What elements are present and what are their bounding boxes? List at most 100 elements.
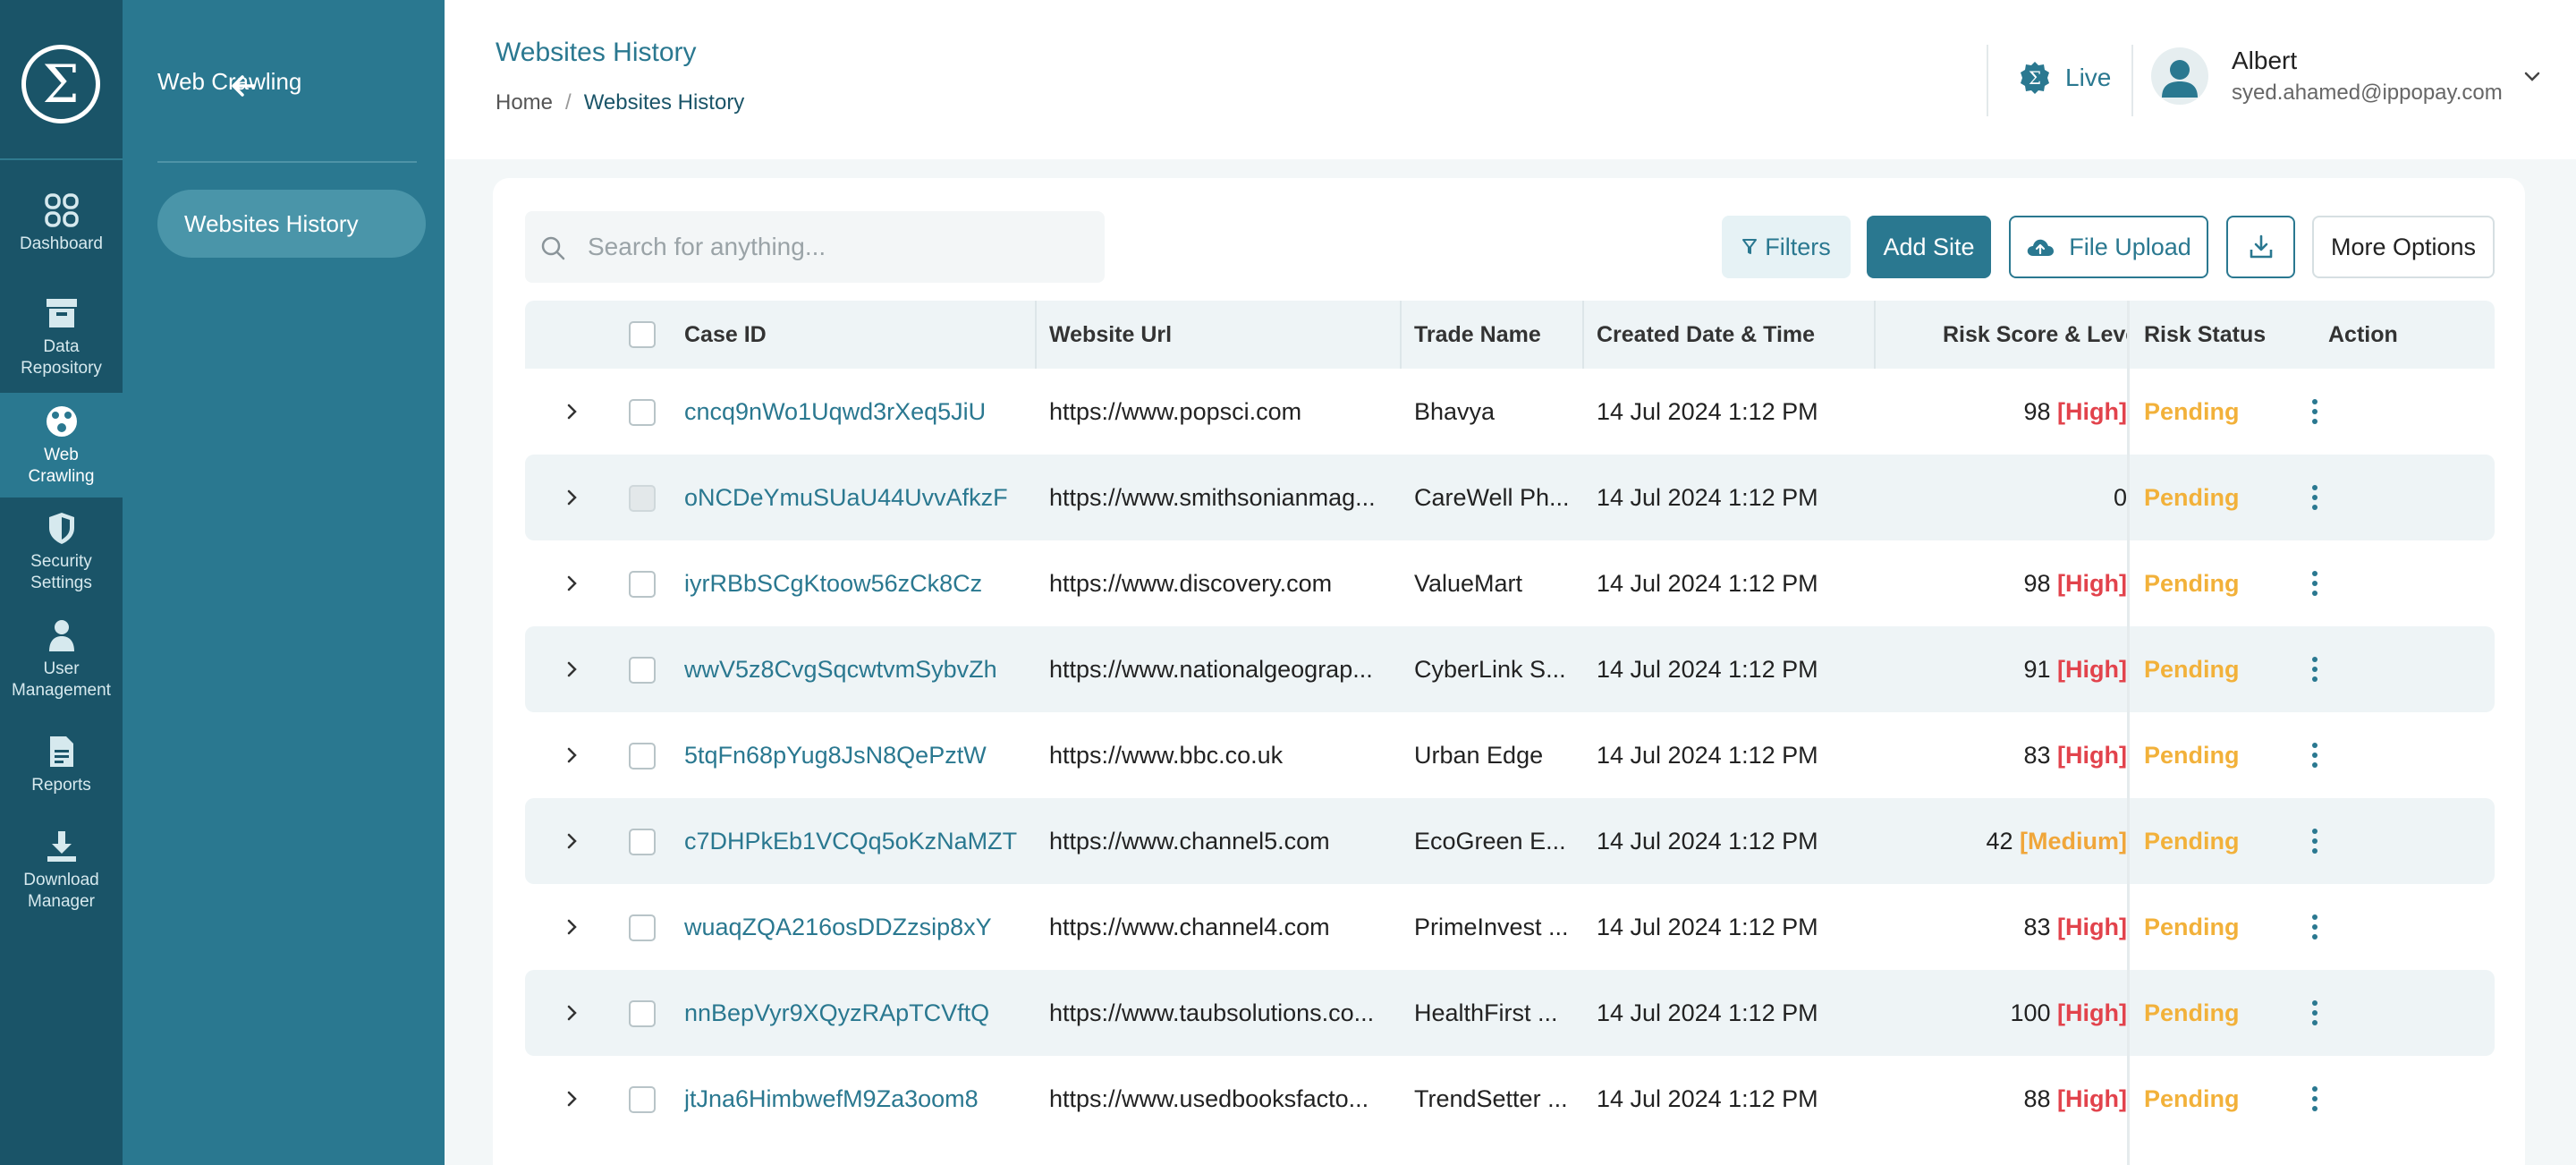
filters-label: Filters (1765, 233, 1831, 260)
rail-item-security-settings[interactable]: Security Settings (0, 510, 123, 600)
breadcrumb-home[interactable]: Home (496, 90, 553, 115)
risk-score: 42 [Medium] (1885, 798, 2127, 884)
website-url: https://www.channel4.com (1049, 914, 1330, 940)
header-divider (1987, 45, 1988, 116)
column-separator (1874, 301, 1876, 369)
filters-button[interactable]: Filters (1722, 216, 1851, 278)
case-id-link[interactable]: wuaqZQA216osDDZzsip8xY (684, 884, 1035, 970)
col-action: Action (2328, 322, 2398, 347)
col-trade-name[interactable]: Trade Name (1414, 301, 1593, 369)
rail-item-web-crawling[interactable]: Web Crawling (0, 393, 123, 497)
case-id-link[interactable]: wwV5z8CvgSqcwtvmSybvZh (684, 626, 1035, 712)
table-row[interactable]: oNCDeYmuSUaU44UvvAfkzF https://www.smiths… (525, 455, 2495, 540)
download-button[interactable] (2226, 216, 2295, 278)
more-vert-icon[interactable] (2309, 655, 2320, 684)
chevron-right-icon[interactable] (561, 744, 582, 766)
risk-status: Pending (2144, 398, 2240, 425)
avatar[interactable] (2151, 47, 2208, 105)
panel-item-websites-history[interactable]: Websites History (157, 190, 426, 258)
table-row[interactable]: wwV5z8CvgSqcwtvmSybvZh https://www.nation… (525, 626, 2495, 712)
more-vert-icon[interactable] (2309, 397, 2320, 426)
col-risk-score[interactable]: Risk Score & Level (1943, 301, 2127, 369)
more-options-button[interactable]: More Options (2312, 216, 2495, 278)
trade-name: CareWell Ph... (1414, 484, 1570, 511)
chevron-right-icon[interactable] (561, 830, 582, 852)
content-card: Filters Add Site File Upload More Option… (493, 178, 2525, 1165)
chevron-down-icon[interactable] (2521, 66, 2543, 88)
file-upload-button[interactable]: File Upload (2009, 216, 2208, 278)
risk-score: 91 [High] (1885, 626, 2127, 712)
chevron-right-icon[interactable] (561, 1088, 582, 1110)
select-all-checkbox[interactable] (629, 321, 656, 348)
chevron-right-icon[interactable] (561, 401, 582, 422)
more-vert-icon[interactable] (2309, 569, 2320, 598)
col-website-url[interactable]: Website Url (1049, 301, 1398, 369)
case-id-link[interactable]: iyrRBbSCgKtoow56zCk8Cz (684, 540, 1035, 626)
more-vert-icon[interactable] (2309, 913, 2320, 941)
table-row[interactable]: nnBepVyr9XQyzRApTCVftQ https://www.taubso… (525, 970, 2495, 1056)
table-row[interactable]: cncq9nWo1Uqwd3rXeq5JiU https://www.popsci… (525, 369, 2495, 455)
case-id-link[interactable]: jtJna6HimbwefM9Za3oom8 (684, 1056, 1035, 1142)
table-row[interactable]: wuaqZQA216osDDZzsip8xY https://www.channe… (525, 884, 2495, 970)
row-checkbox[interactable] (629, 829, 656, 855)
row-checkbox[interactable] (629, 1000, 656, 1027)
risk-status: Pending (2144, 570, 2240, 597)
filter-icon (1742, 239, 1758, 254)
rail-item-download-manager[interactable]: Download Manager (0, 829, 123, 918)
rail-item-reports[interactable]: Reports (0, 734, 123, 805)
rail-item-data-repository[interactable]: Data Repository (0, 295, 123, 385)
brand-logo[interactable]: Σ (21, 45, 100, 123)
table-row[interactable]: c7DHPkEb1VCQq5oKzNaMZT https://www.channe… (525, 798, 2495, 884)
case-id-link[interactable]: 5tqFn68pYug8JsN8QePztW (684, 712, 1035, 798)
document-icon (49, 736, 73, 767)
row-checkbox[interactable] (629, 1086, 656, 1113)
table-row[interactable]: iyrRBbSCgKtoow56zCk8Cz https://www.discov… (525, 540, 2495, 626)
website-url: https://www.usedbooksfacto... (1049, 1085, 1369, 1112)
risk-score: 83 [High] (1885, 884, 2127, 970)
risk-status: Pending (2144, 484, 2240, 511)
more-vert-icon[interactable] (2309, 741, 2320, 770)
column-separator (1582, 301, 1584, 369)
rail-item-user-management[interactable]: User Management (0, 617, 123, 707)
live-indicator[interactable]: Σ Live (2017, 55, 2111, 100)
website-url: https://www.nationalgeograp... (1049, 656, 1373, 683)
risk-score: 98 [High] (1885, 540, 2127, 626)
row-checkbox[interactable] (629, 657, 656, 684)
download-tray-icon (2250, 234, 2272, 259)
row-checkbox[interactable] (629, 571, 656, 598)
case-id-link[interactable]: c7DHPkEb1VCQq5oKzNaMZT (684, 798, 1035, 884)
more-vert-icon[interactable] (2309, 483, 2320, 512)
website-url: https://www.discovery.com (1049, 570, 1333, 597)
row-checkbox[interactable] (629, 399, 656, 426)
rail-item-dashboard[interactable]: Dashboard (0, 192, 123, 273)
row-checkbox[interactable] (629, 485, 656, 512)
risk-status: Pending (2144, 828, 2240, 855)
risk-status: Pending (2144, 742, 2240, 769)
table-row[interactable]: 5tqFn68pYug8JsN8QePztW https://www.bbc.co… (525, 712, 2495, 798)
risk-level: [Medium] (2020, 828, 2127, 855)
risk-score-value: 83 (2023, 742, 2051, 769)
rail-label: Download Manager (23, 871, 99, 911)
chevron-right-icon[interactable] (561, 659, 582, 680)
col-created[interactable]: Created Date & Time (1597, 301, 1883, 369)
row-checkbox[interactable] (629, 743, 656, 770)
more-vert-icon[interactable] (2309, 999, 2320, 1027)
col-risk-status[interactable]: Risk Status (2144, 301, 2305, 369)
case-id-link[interactable]: nnBepVyr9XQyzRApTCVftQ (684, 970, 1035, 1056)
chevron-right-icon[interactable] (561, 487, 582, 508)
table-row[interactable]: jtJna6HimbwefM9Za3oom8 https://www.usedbo… (525, 1056, 2495, 1142)
risk-level: [High] (2057, 1085, 2127, 1112)
row-checkbox[interactable] (629, 914, 656, 941)
more-vert-icon[interactable] (2309, 827, 2320, 855)
case-id-link[interactable]: cncq9nWo1Uqwd3rXeq5JiU (684, 369, 1035, 455)
case-id-link[interactable]: oNCDeYmuSUaU44UvvAfkzF (684, 455, 1035, 540)
risk-score: 0 (1885, 455, 2127, 540)
search-input[interactable] (588, 211, 1089, 283)
col-case-id[interactable]: Case ID (684, 301, 1042, 369)
chevron-right-icon[interactable] (561, 916, 582, 938)
more-vert-icon[interactable] (2309, 1084, 2320, 1113)
chevron-right-icon[interactable] (561, 1002, 582, 1024)
risk-level: [High] (2057, 656, 2127, 683)
chevron-right-icon[interactable] (561, 573, 582, 594)
add-site-button[interactable]: Add Site (1867, 216, 1991, 278)
